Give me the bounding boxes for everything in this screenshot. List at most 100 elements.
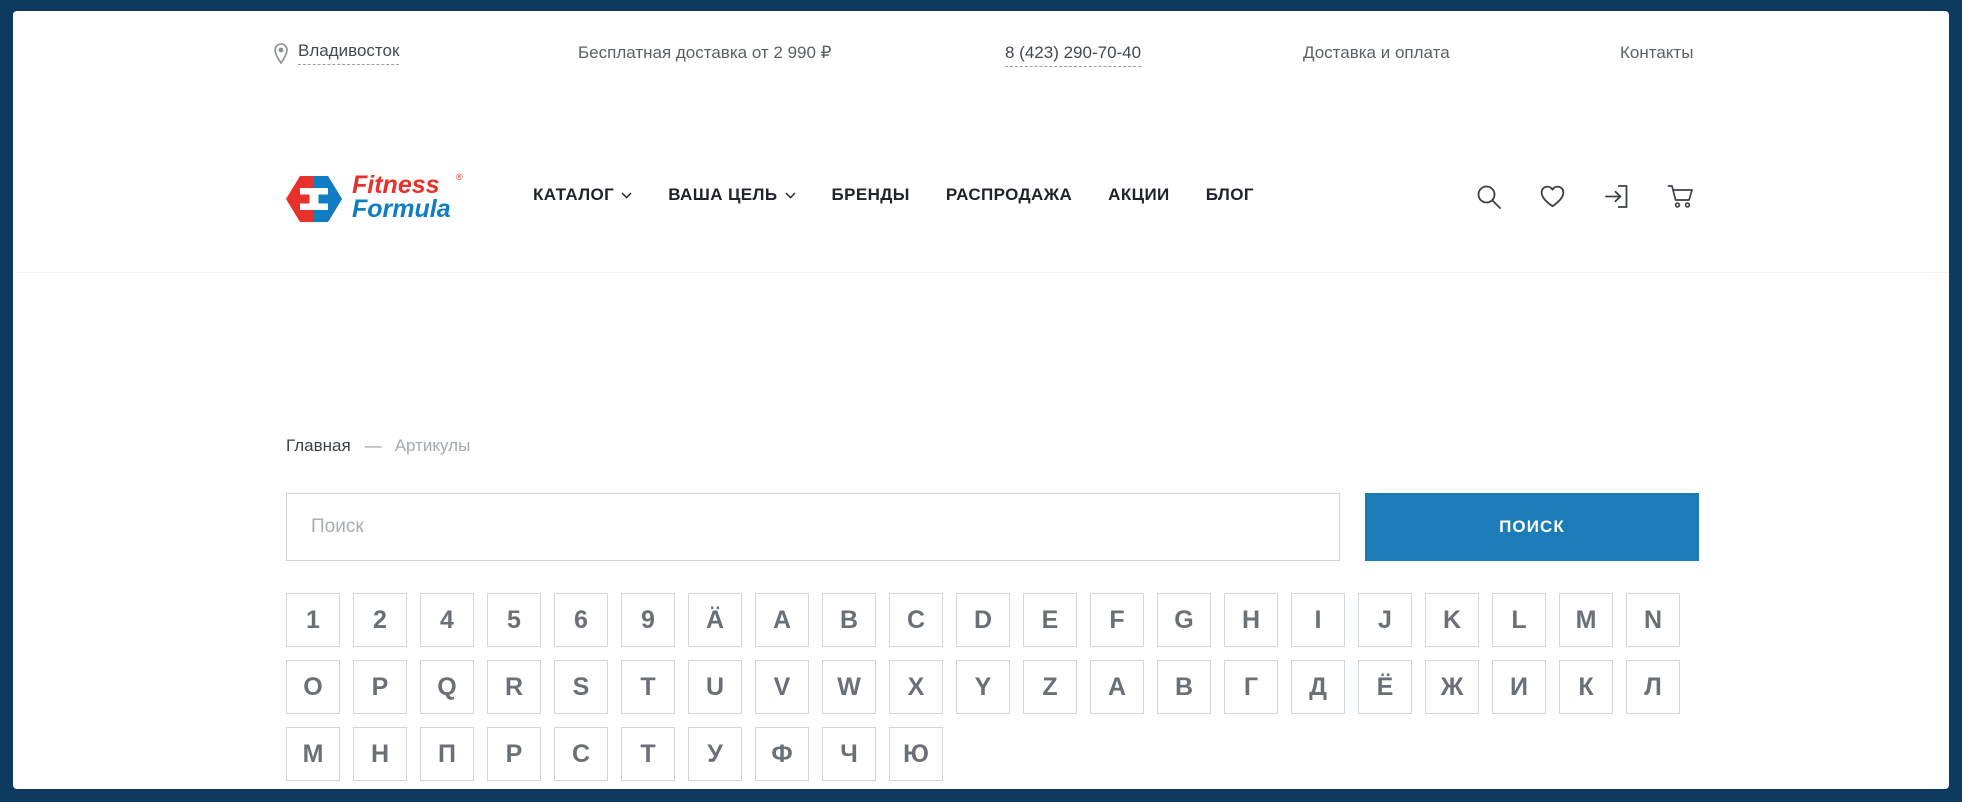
alpha-tile[interactable]: Т	[621, 727, 675, 781]
alphabet-row-2: O P Q R S T U V W X Y Z А В Г Д Ё Ж И К …	[286, 660, 1696, 714]
main-navigation: КАТАЛОГ ВАША ЦЕЛЬ БРЕНДЫ РАСПРОДАЖА АКЦИ…	[533, 185, 1254, 205]
alpha-tile[interactable]: J	[1358, 593, 1412, 647]
alpha-tile[interactable]: G	[1157, 593, 1211, 647]
alpha-tile[interactable]: Д	[1291, 660, 1345, 714]
search-button[interactable]: ПОИСК	[1365, 493, 1699, 561]
breadcrumb-current: Артикулы	[394, 436, 471, 455]
alpha-tile[interactable]: Y	[956, 660, 1010, 714]
browser-frame: Владивосток Бесплатная доставка от 2 990…	[0, 0, 1962, 802]
alpha-tile[interactable]: Н	[353, 727, 407, 781]
alpha-tile[interactable]: S	[554, 660, 608, 714]
nav-label: БРЕНДЫ	[831, 185, 910, 204]
alpha-tile[interactable]: Ё	[1358, 660, 1412, 714]
nav-item-your-goal[interactable]: ВАША ЦЕЛЬ	[668, 185, 796, 205]
alpha-tile[interactable]: Г	[1224, 660, 1278, 714]
logo-wordmark: Fitness ® Formula	[352, 170, 487, 227]
free-shipping-notice: Бесплатная доставка от 2 990 ₽	[578, 43, 832, 62]
login-icon[interactable]	[1603, 183, 1630, 210]
header-icon-group	[1475, 183, 1694, 210]
alpha-tile[interactable]: E	[1023, 593, 1077, 647]
alpha-tile[interactable]: L	[1492, 593, 1546, 647]
alpha-tile[interactable]: С	[554, 727, 608, 781]
alpha-tile[interactable]: 1	[286, 593, 340, 647]
alpha-tile[interactable]: Z	[1023, 660, 1077, 714]
site-header: Fitness ® Formula КАТАЛОГ ВАША ЦЕЛЬ БРЕН…	[13, 75, 1949, 273]
alpha-tile[interactable]: Q	[420, 660, 474, 714]
contacts-link[interactable]: Контакты	[1620, 43, 1693, 63]
alpha-tile[interactable]: A	[755, 593, 809, 647]
alpha-tile[interactable]: К	[1559, 660, 1613, 714]
nav-item-promotions[interactable]: АКЦИИ	[1108, 185, 1170, 205]
search-icon[interactable]	[1475, 183, 1502, 210]
alpha-tile[interactable]: 4	[420, 593, 474, 647]
alpha-tile[interactable]: П	[420, 727, 474, 781]
alpha-tile[interactable]: V	[755, 660, 809, 714]
geo-city-label[interactable]: Владивосток	[298, 41, 400, 65]
alpha-tile[interactable]: Ю	[889, 727, 943, 781]
alpha-tile[interactable]: P	[353, 660, 407, 714]
logo-trademark: ®	[456, 172, 463, 182]
map-pin-icon	[273, 42, 289, 64]
alpha-tile[interactable]: В	[1157, 660, 1211, 714]
alpha-tile[interactable]: 6	[554, 593, 608, 647]
alpha-tile[interactable]: Ä	[688, 593, 742, 647]
delivery-and-payment-link[interactable]: Доставка и оплата	[1303, 43, 1450, 63]
heart-icon[interactable]	[1539, 183, 1566, 210]
alphabet-row-3: М Н П Р С Т У Ф Ч Ю	[286, 727, 1696, 781]
cart-icon[interactable]	[1667, 183, 1694, 210]
alphabet-filter: 1 2 4 5 6 9 Ä A B C D E F G H I J K L M …	[286, 593, 1696, 789]
alpha-tile[interactable]: T	[621, 660, 675, 714]
nav-label: БЛОГ	[1205, 185, 1254, 204]
alpha-tile[interactable]: N	[1626, 593, 1680, 647]
alpha-tile[interactable]: W	[822, 660, 876, 714]
alpha-tile[interactable]: H	[1224, 593, 1278, 647]
alpha-tile[interactable]: D	[956, 593, 1010, 647]
chevron-down-icon	[784, 192, 796, 199]
alpha-tile[interactable]: K	[1425, 593, 1479, 647]
alpha-tile[interactable]: И	[1492, 660, 1546, 714]
breadcrumb-home-link[interactable]: Главная	[286, 436, 351, 456]
nav-item-catalog[interactable]: КАТАЛОГ	[533, 185, 632, 205]
alpha-tile[interactable]: У	[688, 727, 742, 781]
alpha-tile[interactable]: Ч	[822, 727, 876, 781]
alpha-tile[interactable]: X	[889, 660, 943, 714]
nav-item-brands[interactable]: БРЕНДЫ	[832, 185, 910, 205]
site-logo[interactable]: Fitness ® Formula	[286, 170, 487, 227]
alpha-tile[interactable]: U	[688, 660, 742, 714]
alpha-tile[interactable]: I	[1291, 593, 1345, 647]
alpha-tile[interactable]: Ф	[755, 727, 809, 781]
alpha-tile[interactable]: R	[487, 660, 541, 714]
alpha-tile[interactable]: Ж	[1425, 660, 1479, 714]
alpha-tile[interactable]: B	[822, 593, 876, 647]
nav-label: АКЦИИ	[1108, 185, 1170, 204]
chevron-down-icon	[621, 192, 632, 199]
search-input[interactable]	[286, 493, 1340, 561]
alpha-tile[interactable]: М	[286, 727, 340, 781]
alpha-tile[interactable]: А	[1090, 660, 1144, 714]
phone-link[interactable]: 8 (423) 290-70-40	[1005, 43, 1142, 67]
breadcrumb-separator: —	[364, 436, 382, 455]
page-root: Владивосток Бесплатная доставка от 2 990…	[13, 11, 1949, 789]
search-row: ПОИСК	[286, 493, 1699, 561]
alpha-tile[interactable]: 2	[353, 593, 407, 647]
alpha-tile[interactable]: F	[1090, 593, 1144, 647]
alpha-tile[interactable]: M	[1559, 593, 1613, 647]
alpha-tile[interactable]: C	[889, 593, 943, 647]
nav-label: РАСПРОДАЖА	[945, 185, 1073, 204]
nav-item-sale[interactable]: РАСПРОДАЖА	[946, 185, 1072, 205]
nav-item-blog[interactable]: БЛОГ	[1206, 185, 1254, 205]
logo-text-formula: Formula	[352, 195, 451, 222]
alpha-tile[interactable]: 5	[487, 593, 541, 647]
alpha-tile[interactable]: Л	[1626, 660, 1680, 714]
top-utility-bar: Владивосток Бесплатная доставка от 2 990…	[13, 11, 1949, 75]
alpha-tile[interactable]: 9	[621, 593, 675, 647]
nav-label: ВАША ЦЕЛЬ	[668, 185, 778, 204]
alpha-tile[interactable]: Р	[487, 727, 541, 781]
nav-label: КАТАЛОГ	[533, 185, 615, 204]
geo-selector[interactable]: Владивосток	[273, 41, 400, 65]
alpha-tile[interactable]: O	[286, 660, 340, 714]
logo-hexagon-icon	[286, 174, 342, 224]
header-divider	[13, 272, 1949, 273]
breadcrumb: Главная — Артикулы	[286, 436, 470, 456]
alphabet-row-1: 1 2 4 5 6 9 Ä A B C D E F G H I J K L M …	[286, 593, 1696, 647]
